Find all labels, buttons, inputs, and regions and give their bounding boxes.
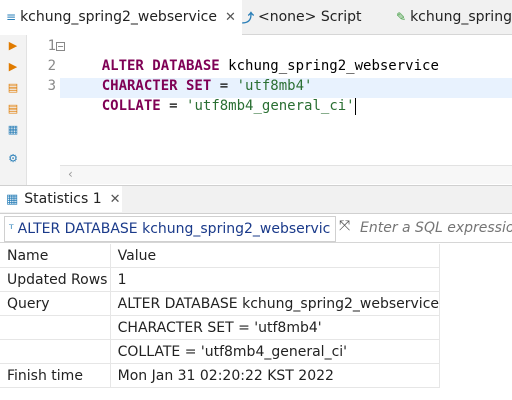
tab-none-script[interactable]: ⤴ <none> Script bbox=[242, 0, 370, 34]
sql-text-icon: ᵀ bbox=[9, 222, 14, 236]
line-number: 3 bbox=[47, 78, 56, 94]
column-header-name[interactable]: Name bbox=[0, 244, 111, 268]
tab-kchung-console-2[interactable]: ✎ kchung_spring2_webservice bbox=[396, 0, 512, 34]
code-line: ALTER DATABASE kchung_spring2_webservice bbox=[68, 36, 439, 74]
table-cell: Updated Rows bbox=[0, 267, 111, 292]
execute-in-new-tab-icon[interactable]: ▶ bbox=[7, 61, 19, 73]
close-icon[interactable]: ✕ bbox=[110, 192, 121, 207]
editor-horizontal-scrollbar[interactable]: ‹ bbox=[60, 165, 512, 184]
table-cell bbox=[0, 339, 111, 364]
keyword-token: COLLATE bbox=[101, 98, 161, 114]
query-text: ALTER DATABASE kchung_spring2_webservic bbox=[17, 221, 331, 237]
code-line: COLLATE = 'utf8mb4_general_ci' bbox=[68, 76, 356, 115]
table-cell bbox=[0, 315, 111, 340]
filter-input[interactable] bbox=[360, 216, 512, 240]
tab-statistics[interactable]: ▦ Statistics 1 ✕ bbox=[0, 186, 122, 212]
tab-label: kchung_spring2_webservice bbox=[410, 9, 512, 25]
table-row[interactable]: Finish time Mon Jan 31 02:20:22 KST 2022 bbox=[0, 363, 441, 388]
table-cell: 1 bbox=[110, 267, 441, 292]
table-cell: Query bbox=[0, 291, 111, 316]
sql-console-icon: ≡ bbox=[6, 10, 17, 24]
query-text-box[interactable]: ᵀ ALTER DATABASE kchung_spring2_webservi… bbox=[4, 216, 336, 242]
tab-label: Statistics 1 bbox=[24, 191, 102, 207]
tab-kchung-console[interactable]: ≡ kchung_spring2_webservice ✕ bbox=[0, 0, 242, 36]
table-row[interactable]: Updated Rows 1 bbox=[0, 267, 441, 292]
sql-editor[interactable]: ALTER DATABASE kchung_spring2_webservice… bbox=[62, 35, 512, 165]
close-icon[interactable]: ✕ bbox=[225, 10, 236, 25]
expand-icon[interactable]: ⤧ bbox=[339, 218, 350, 234]
code-line: CHARACTER SET = 'utf8mb4' bbox=[68, 56, 313, 94]
line-number: 1 bbox=[47, 38, 56, 54]
table-cell: CHARACTER SET = 'utf8mb4' bbox=[110, 315, 441, 340]
script-icon: ⤴ bbox=[242, 10, 255, 25]
editor-tab-bar: ≡ kchung_spring2_webservice ✕ ⤴ <none> S… bbox=[0, 0, 512, 36]
line-number-gutter: 1 2 3 bbox=[27, 35, 60, 165]
scroll-left-icon[interactable]: ‹ bbox=[68, 167, 73, 181]
text-caret bbox=[354, 97, 356, 115]
editor-side-toolbar: ▶ ▶ ▤ ▤ ▦ ⚙ bbox=[0, 35, 27, 185]
settings-gear-icon[interactable]: ⚙ bbox=[7, 153, 19, 165]
table-empty-area bbox=[440, 244, 512, 400]
table-cell: ALTER DATABASE kchung_spring2_webservice bbox=[110, 291, 441, 316]
table-cell: COLLATE = 'utf8mb4_general_ci' bbox=[110, 339, 441, 364]
string-token: 'utf8mb4_general_ci' bbox=[186, 98, 355, 114]
table-row[interactable]: Query ALTER DATABASE kchung_spring2_webs… bbox=[0, 291, 441, 316]
line-number: 2 bbox=[47, 58, 56, 74]
column-header-value[interactable]: Value bbox=[110, 244, 441, 268]
execute-script-icon[interactable]: ▤ bbox=[7, 82, 19, 94]
tab-label: <none> Script bbox=[258, 9, 362, 25]
table-row[interactable]: COLLATE = 'utf8mb4_general_ci' bbox=[0, 339, 441, 364]
statistics-table-icon: ▦ bbox=[6, 191, 19, 207]
execute-script-new-tab-icon[interactable]: ▤ bbox=[7, 103, 19, 115]
table-row[interactable]: CHARACTER SET = 'utf8mb4' bbox=[0, 315, 441, 340]
table-header-row: Name Value bbox=[0, 244, 441, 268]
execute-statement-icon[interactable]: ▶ bbox=[7, 40, 19, 52]
table-cell: Finish time bbox=[0, 363, 111, 388]
table-cell: Mon Jan 31 02:20:22 KST 2022 bbox=[110, 363, 441, 388]
explain-plan-icon[interactable]: ▦ bbox=[7, 124, 19, 136]
sql-console-icon: ✎ bbox=[396, 10, 407, 24]
operator-token: = bbox=[160, 98, 187, 114]
tab-label: kchung_spring2_webservice bbox=[20, 9, 217, 25]
statistics-table: Name Value Updated Rows 1 Query ALTER DA… bbox=[0, 244, 441, 388]
